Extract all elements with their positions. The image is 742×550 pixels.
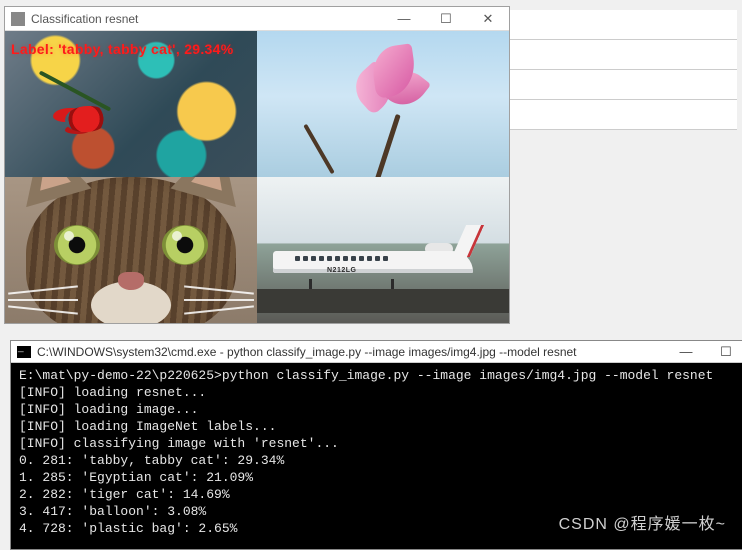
cmd-minimize-button[interactable]: — xyxy=(666,341,706,363)
image-tile-tabby-cat xyxy=(5,177,257,323)
cmd-line: [INFO] loading ImageNet labels... xyxy=(19,419,276,434)
cmd-line: [INFO] loading resnet... xyxy=(19,385,206,400)
titlebar[interactable]: Classification resnet — ☐ ✕ xyxy=(5,7,509,31)
maximize-button[interactable]: ☐ xyxy=(425,7,467,31)
app-icon xyxy=(11,12,25,26)
image-viewer-window: Classification resnet — ☐ ✕ Label: 'tabb… xyxy=(4,6,510,324)
image-tile-magnolia xyxy=(257,31,509,177)
cmd-line: [INFO] loading image... xyxy=(19,402,198,417)
cmd-line: 3. 417: 'balloon': 3.08% xyxy=(19,504,206,519)
image-grid: Label: 'tabby, tabby cat', 29.34% xyxy=(5,31,509,323)
cmd-line: [INFO] classifying image with 'resnet'..… xyxy=(19,436,339,451)
watermark: CSDN @程序媛一枚~ xyxy=(559,510,726,534)
cmd-window-title: C:\WINDOWS\system32\cmd.exe - python cla… xyxy=(37,345,666,359)
cmd-titlebar[interactable]: C:\WINDOWS\system32\cmd.exe - python cla… xyxy=(11,341,742,363)
background-panel xyxy=(502,10,737,130)
cmd-icon xyxy=(17,346,31,358)
cmd-prompt: E:\mat\py-demo-22\p220625> xyxy=(19,368,222,383)
cmd-maximize-button[interactable]: ☐ xyxy=(706,341,742,363)
plane-registration: N212LG xyxy=(327,267,356,274)
cmd-line: 0. 281: 'tabby, tabby cat': 29.34% xyxy=(19,453,284,468)
minimize-button[interactable]: — xyxy=(383,7,425,31)
image-tile-airplane: N212LG xyxy=(257,177,509,323)
image-tile-flower-bokeh: Label: 'tabby, tabby cat', 29.34% xyxy=(5,31,257,177)
cmd-command: python classify_image.py --image images/… xyxy=(222,368,713,383)
close-button[interactable]: ✕ xyxy=(467,7,509,31)
cmd-line: 1. 285: 'Egyptian cat': 21.09% xyxy=(19,470,253,485)
cmd-line: 4. 728: 'plastic bag': 2.65% xyxy=(19,521,237,536)
cmd-line: 2. 282: 'tiger cat': 14.69% xyxy=(19,487,230,502)
window-title: Classification resnet xyxy=(31,12,383,26)
classification-overlay-label: Label: 'tabby, tabby cat', 29.34% xyxy=(11,41,233,57)
